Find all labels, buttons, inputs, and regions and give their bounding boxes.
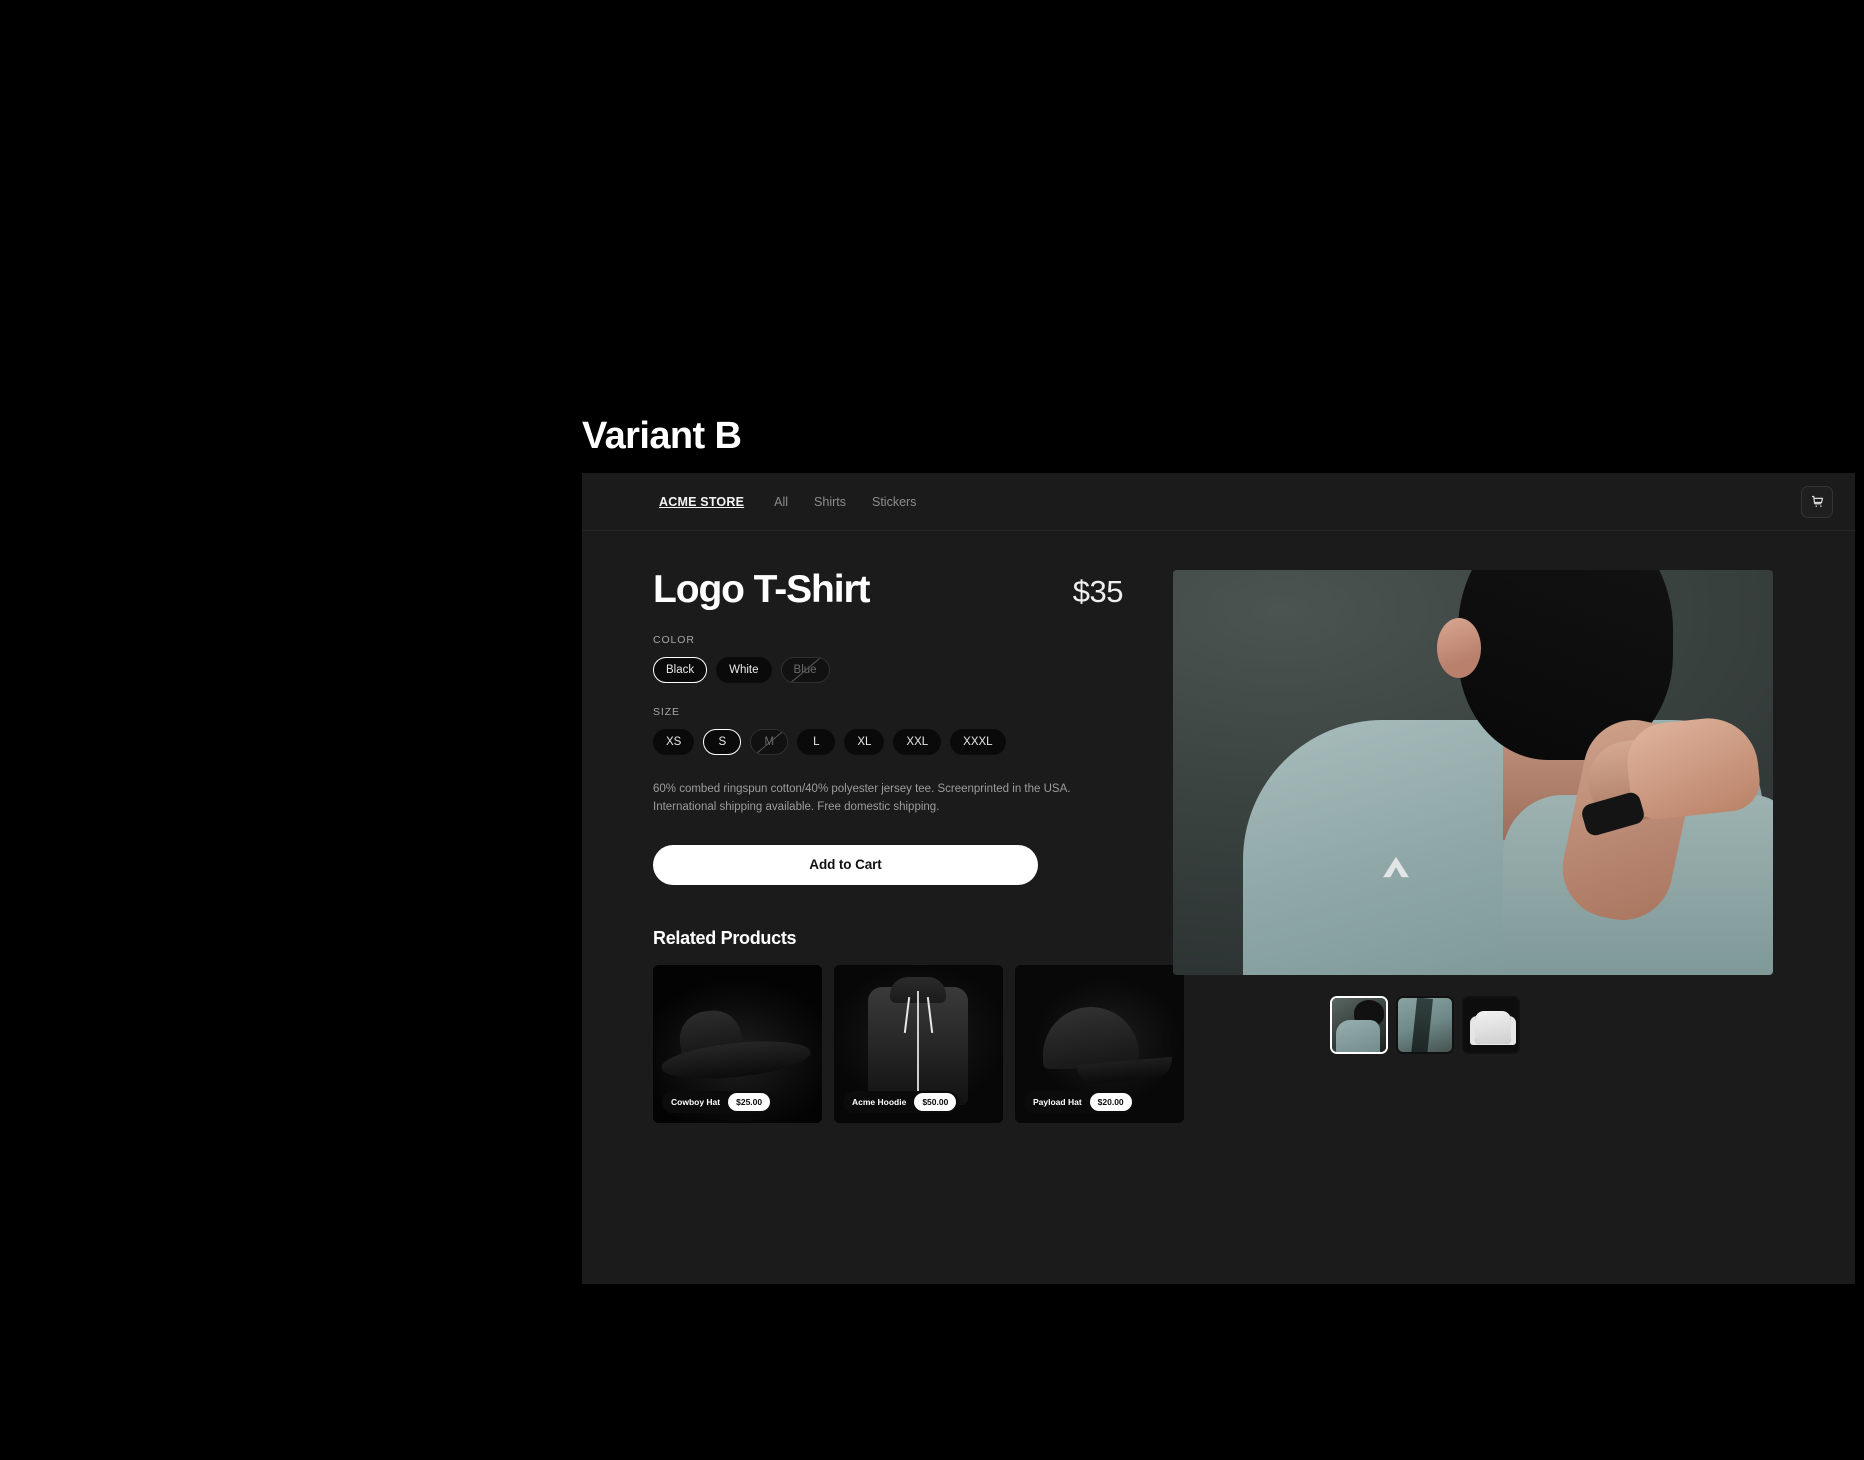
primary-nav: All Shirts Stickers bbox=[774, 495, 916, 509]
size-option-label: SIZE bbox=[653, 705, 680, 718]
thumbnail-strip bbox=[1330, 996, 1810, 1054]
product-title: Logo T-Shirt bbox=[653, 568, 871, 611]
main-product-image[interactable] bbox=[1173, 570, 1773, 975]
color-option-blue[interactable]: Blue bbox=[780, 656, 830, 683]
color-option-group: Black White Blue bbox=[653, 656, 1123, 683]
related-products-heading: Related Products bbox=[653, 927, 797, 948]
size-option-s[interactable]: S bbox=[703, 728, 742, 755]
related-product-price: $20.00 bbox=[1089, 1092, 1132, 1111]
related-product-card-payload-hat[interactable]: Payload Hat $20.00 bbox=[1015, 964, 1184, 1123]
size-option-xxl[interactable]: XXL bbox=[893, 728, 942, 755]
related-product-name: Cowboy Hat bbox=[671, 1096, 721, 1107]
shirt-logo-icon bbox=[1381, 855, 1411, 881]
related-product-badge: Acme Hoodie $50.00 bbox=[843, 1090, 960, 1113]
size-option-xs[interactable]: XS bbox=[653, 728, 695, 755]
related-product-badge: Cowboy Hat $25.00 bbox=[662, 1090, 774, 1113]
related-product-name: Acme Hoodie bbox=[852, 1096, 907, 1107]
color-option-label: COLOR bbox=[653, 633, 695, 646]
related-product-card-acme-hoodie[interactable]: Acme Hoodie $50.00 bbox=[834, 964, 1003, 1123]
related-product-card-cowboy-hat[interactable]: Cowboy Hat $25.00 bbox=[653, 964, 822, 1123]
related-products-list: Cowboy Hat $25.00 Acme Hoodie $50.00 Pay… bbox=[653, 964, 1184, 1123]
product-info-column: Logo T-Shirt $35 COLOR Black White Blue … bbox=[653, 568, 1184, 1123]
thumbnail-2[interactable] bbox=[1396, 996, 1454, 1054]
store-preview-panel: ACME STORE All Shirts Stickers Logo T-Sh… bbox=[582, 473, 1855, 1284]
nav-link-stickers[interactable]: Stickers bbox=[872, 495, 916, 509]
color-option-black[interactable]: Black bbox=[653, 656, 708, 683]
size-option-l[interactable]: L bbox=[797, 728, 836, 755]
related-product-price: $50.00 bbox=[914, 1092, 957, 1111]
add-to-cart-button[interactable]: Add to Cart bbox=[653, 844, 1038, 885]
size-option-m[interactable]: M bbox=[750, 728, 789, 755]
product-gallery-column bbox=[1173, 570, 1810, 1123]
thumbnail-3[interactable] bbox=[1462, 996, 1520, 1054]
cart-button[interactable] bbox=[1801, 485, 1833, 518]
nav-link-shirts[interactable]: Shirts bbox=[814, 495, 846, 509]
variant-heading: Variant B bbox=[582, 415, 742, 457]
related-product-badge: Payload Hat $20.00 bbox=[1024, 1090, 1135, 1113]
thumbnail-1[interactable] bbox=[1330, 996, 1388, 1054]
shopping-cart-icon bbox=[1810, 494, 1825, 509]
product-description: 60% combed ringspun cotton/40% polyester… bbox=[653, 782, 1071, 813]
store-header: ACME STORE All Shirts Stickers bbox=[582, 473, 1855, 531]
size-option-xxxl[interactable]: XXXL bbox=[950, 728, 1006, 755]
screen: Variant B ACME STORE All Shirts Stickers bbox=[0, 0, 1864, 1460]
color-option-white[interactable]: White bbox=[716, 656, 772, 683]
related-product-price: $25.00 bbox=[728, 1092, 771, 1111]
product-page-body: Logo T-Shirt $35 COLOR Black White Blue … bbox=[582, 531, 1855, 1123]
title-price-row: Logo T-Shirt $35 bbox=[653, 568, 1124, 611]
related-product-name: Payload Hat bbox=[1033, 1096, 1082, 1107]
nav-link-all[interactable]: All bbox=[774, 495, 788, 509]
product-price: $35 bbox=[1072, 574, 1124, 609]
size-option-xl[interactable]: XL bbox=[844, 728, 885, 755]
store-brand-link[interactable]: ACME STORE bbox=[659, 495, 744, 509]
size-option-group: XS S M L XL XXL XXXL bbox=[653, 728, 1123, 755]
